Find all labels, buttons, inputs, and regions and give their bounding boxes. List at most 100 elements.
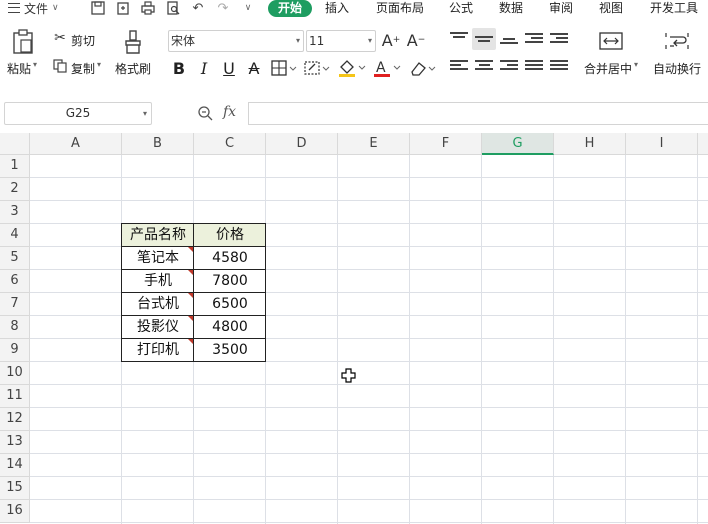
column-header-d[interactable]: D: [266, 133, 338, 155]
paste-dropdown-icon[interactable]: ▾: [33, 60, 37, 69]
column-header-e[interactable]: E: [338, 133, 410, 155]
table-cell[interactable]: 7800: [194, 270, 266, 292]
merge-center-button[interactable]: 合并居中: [584, 60, 632, 77]
zoom-icon[interactable]: [197, 105, 213, 121]
tab-review[interactable]: 审阅: [548, 0, 574, 18]
table-cell[interactable]: 6500: [194, 293, 266, 315]
increase-indent-icon[interactable]: [550, 33, 568, 47]
tab-developer[interactable]: 开发工具: [648, 0, 700, 18]
column-header-i[interactable]: I: [626, 133, 698, 155]
spreadsheet-grid[interactable]: A B C D E F G H I 1 2 3 4 5 6 7 8 9 10 1…: [0, 133, 708, 524]
paste-button[interactable]: 粘贴: [7, 60, 31, 77]
justify-icon[interactable]: [525, 60, 543, 74]
table-cell[interactable]: 投影仪: [122, 316, 194, 338]
row-header[interactable]: 12: [0, 408, 30, 431]
align-bottom-icon[interactable]: [500, 34, 518, 48]
table-cell[interactable]: 手机: [122, 270, 194, 292]
align-left-icon[interactable]: [450, 60, 468, 74]
row-header[interactable]: 15: [0, 477, 30, 500]
row-header[interactable]: 3: [0, 201, 30, 224]
format-painter-icon[interactable]: [122, 28, 144, 56]
scissors-icon[interactable]: ✂: [52, 30, 68, 46]
fx-icon[interactable]: fx: [223, 104, 236, 120]
row-header[interactable]: 11: [0, 385, 30, 408]
column-header-g[interactable]: G: [482, 133, 554, 155]
cell-style-icon[interactable]: [303, 58, 331, 78]
row-header[interactable]: 4: [0, 224, 30, 247]
chevron-down-icon: ▾: [295, 36, 300, 45]
tab-view[interactable]: 视图: [598, 0, 624, 18]
column-header-f[interactable]: F: [410, 133, 482, 155]
redo-icon[interactable]: ↷: [215, 0, 231, 16]
quick-access-dropdown-icon[interactable]: ∨: [240, 0, 256, 16]
copy-button[interactable]: 复制: [71, 60, 95, 77]
decrease-font-icon[interactable]: A −: [407, 30, 426, 50]
table-cell[interactable]: 4580: [194, 247, 266, 269]
align-right-icon[interactable]: [500, 60, 518, 74]
distributed-align-icon[interactable]: [550, 60, 568, 74]
table-header-cell[interactable]: 产品名称: [122, 224, 194, 246]
underline-icon[interactable]: U: [220, 58, 238, 78]
table-cell[interactable]: 台式机: [122, 293, 194, 315]
save-icon[interactable]: [90, 0, 106, 16]
increase-font-icon[interactable]: A +: [382, 30, 401, 50]
print-preview-icon[interactable]: [165, 0, 181, 16]
row-header[interactable]: 13: [0, 431, 30, 454]
row-header[interactable]: 16: [0, 500, 30, 523]
strikethrough-icon[interactable]: A: [245, 58, 263, 78]
bold-icon[interactable]: B: [170, 58, 188, 78]
wrap-text-icon[interactable]: [664, 30, 690, 52]
table-header-cell[interactable]: 价格: [194, 224, 266, 246]
export-icon[interactable]: [115, 0, 131, 16]
undo-icon[interactable]: ↶: [190, 0, 206, 16]
column-header-b[interactable]: B: [122, 133, 194, 155]
comment-marker-icon: [188, 270, 193, 275]
tab-insert[interactable]: 插入: [324, 0, 350, 18]
cut-button[interactable]: 剪切: [71, 32, 95, 49]
font-name-select[interactable]: 宋体 ▾: [168, 30, 304, 52]
column-header-h[interactable]: H: [554, 133, 626, 155]
clear-format-icon[interactable]: [407, 58, 437, 78]
merge-dropdown-icon[interactable]: ▾: [634, 60, 638, 69]
print-icon[interactable]: [140, 0, 156, 16]
row-header[interactable]: 6: [0, 270, 30, 293]
italic-icon[interactable]: I: [195, 58, 213, 78]
align-top-icon[interactable]: [450, 32, 468, 46]
copy-icon[interactable]: [52, 58, 68, 74]
wrap-text-button[interactable]: 自动换行: [653, 60, 701, 77]
font-size-select[interactable]: 11 ▾: [306, 30, 376, 52]
borders-icon[interactable]: [270, 58, 298, 78]
table-cell[interactable]: 3500: [194, 339, 266, 361]
tab-home[interactable]: 开始: [268, 0, 312, 17]
table-cell[interactable]: 笔记本: [122, 247, 194, 269]
merge-center-icon[interactable]: [598, 30, 624, 52]
font-color-icon[interactable]: A: [372, 58, 402, 78]
column-header-j[interactable]: [698, 133, 708, 155]
decrease-indent-icon[interactable]: [525, 33, 543, 47]
tab-page-layout[interactable]: 页面布局: [374, 0, 426, 18]
row-header[interactable]: 7: [0, 293, 30, 316]
name-box[interactable]: G25 ▾: [4, 102, 152, 125]
row-header[interactable]: 8: [0, 316, 30, 339]
fill-color-icon[interactable]: [337, 58, 367, 78]
tab-formulas[interactable]: 公式: [448, 0, 474, 18]
table-cell[interactable]: 4800: [194, 316, 266, 338]
align-middle-button[interactable]: [472, 28, 496, 50]
format-painter-button[interactable]: 格式刷: [115, 60, 151, 77]
row-header[interactable]: 9: [0, 339, 30, 362]
row-header[interactable]: 2: [0, 178, 30, 201]
formula-input[interactable]: [248, 102, 708, 125]
row-header[interactable]: 14: [0, 454, 30, 477]
row-header[interactable]: 1: [0, 155, 30, 178]
table-cell[interactable]: 打印机: [122, 339, 194, 361]
paste-icon[interactable]: [10, 28, 36, 56]
tab-data[interactable]: 数据: [498, 0, 524, 18]
align-center-icon[interactable]: [475, 60, 493, 74]
row-header[interactable]: 10: [0, 362, 30, 385]
select-all-corner[interactable]: [0, 133, 30, 155]
copy-dropdown-icon[interactable]: ▾: [97, 60, 101, 69]
column-header-a[interactable]: A: [30, 133, 122, 155]
column-header-c[interactable]: C: [194, 133, 266, 155]
row-header[interactable]: 5: [0, 247, 30, 270]
file-menu[interactable]: 文件 ∨: [8, 0, 59, 16]
